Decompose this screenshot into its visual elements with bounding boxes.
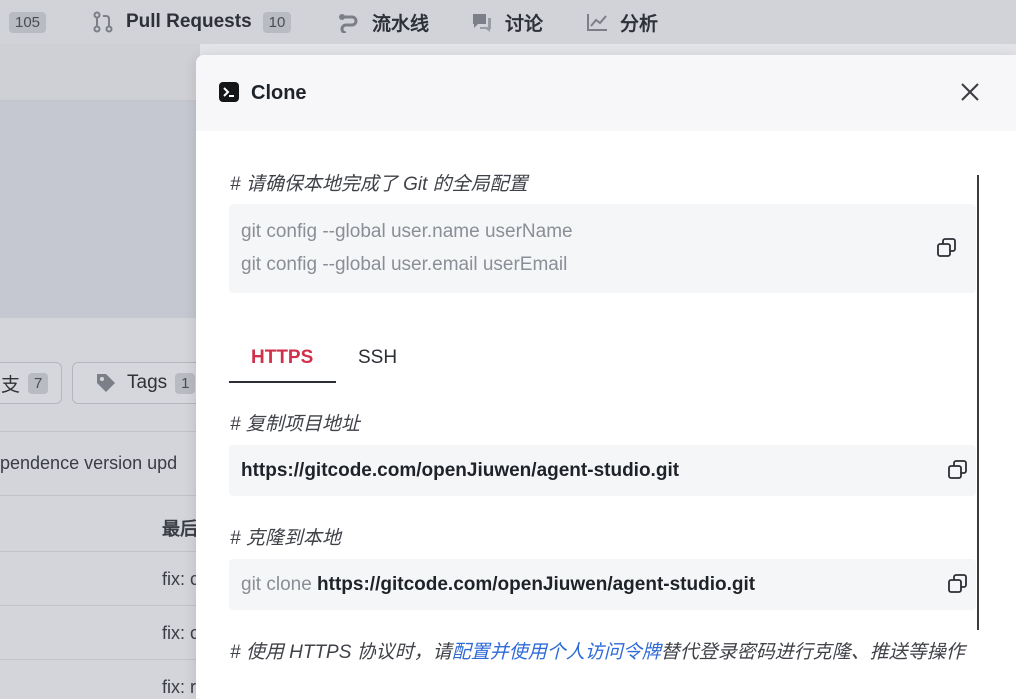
branches-label: 支 [1, 374, 21, 396]
table-row[interactable]: fix: c [162, 569, 199, 590]
copy-url-comment: # 复制项目地址 [230, 414, 360, 435]
tags-count-badge: 1 [175, 372, 196, 394]
repo-url-box: https://gitcode.com/openJiuwen/agent-stu… [229, 445, 976, 496]
pipeline-icon [338, 11, 360, 33]
nav-item-discussion[interactable]: 讨论 [471, 0, 543, 44]
divider [0, 605, 200, 606]
note-suffix: 替代登录密码进行克隆、推送等操作 [660, 642, 965, 663]
count-badge: 105 [9, 11, 47, 33]
top-navigation: 105 Pull Requests 10 流水线 讨论 分析 [0, 0, 1016, 44]
config-comment: # 请确保本地完成了 Git 的全局配置 [230, 174, 528, 195]
divider [0, 431, 200, 432]
analytics-icon [586, 11, 608, 33]
clone-prefix: git clone [241, 574, 318, 595]
repo-header-band [0, 44, 200, 101]
active-tab-indicator [229, 381, 336, 383]
nav-label-discussion: 讨论 [505, 13, 544, 35]
copy-clone-icon[interactable] [947, 573, 969, 595]
close-icon [961, 83, 979, 101]
note-prefix: # 使用 HTTPS 协议时，请 [230, 642, 452, 663]
column-header-last: 最后 [162, 519, 198, 539]
copy-config-icon[interactable] [936, 237, 958, 259]
discussion-icon [471, 11, 493, 33]
dialog-title: Clone [251, 82, 307, 104]
config-code-box: git config --global user.name userName g… [229, 204, 976, 293]
divider [0, 495, 200, 496]
nav-item-count[interactable]: 105 [9, 0, 47, 44]
clone-command[interactable]: git clone https://gitcode.com/openJiuwen… [241, 574, 755, 596]
repo-url[interactable]: https://gitcode.com/openJiuwen/agent-stu… [241, 460, 679, 482]
table-row[interactable]: fix: c [162, 623, 199, 644]
tag-icon [95, 372, 117, 394]
clone-dialog: Clone # 请确保本地完成了 Git 的全局配置 git config --… [196, 55, 1016, 699]
branches-count-badge: 7 [28, 372, 49, 394]
pull-request-icon [92, 11, 114, 33]
clone-command-box: git clone https://gitcode.com/openJiuwen… [229, 559, 976, 610]
https-token-note: # 使用 HTTPS 协议时，请配置并使用个人访问令牌替代登录密码进行克隆、推送… [230, 637, 965, 664]
terminal-icon [219, 82, 239, 102]
close-button[interactable] [958, 80, 982, 104]
clone-comment: # 克隆到本地 [230, 528, 341, 549]
nav-label-pipeline: 流水线 [372, 13, 430, 35]
branches-pill[interactable]: 支 7 [0, 362, 62, 404]
nav-item-pull-requests[interactable]: Pull Requests 10 [92, 0, 292, 44]
nav-item-analytics[interactable]: 分析 [586, 0, 658, 44]
divider [0, 551, 200, 552]
nav-label-analytics: 分析 [620, 13, 659, 35]
clone-url: https://gitcode.com/openJiuwen/agent-stu… [317, 574, 756, 595]
repo-info-panel [0, 101, 200, 319]
commit-message[interactable]: pendence version upd [0, 453, 177, 474]
access-token-link[interactable]: 配置并使用个人访问令牌 [452, 642, 661, 663]
nav-item-pipeline[interactable]: 流水线 [338, 0, 429, 44]
tags-label: Tags [127, 372, 168, 393]
scrollbar[interactable] [977, 175, 979, 630]
table-row[interactable]: fix: r [162, 677, 196, 698]
dialog-header: Clone [196, 55, 1016, 131]
divider [0, 659, 200, 660]
config-line-name: git config --global user.name userName [241, 221, 573, 242]
nav-label-pull-requests: Pull Requests [126, 11, 252, 32]
tab-https[interactable]: HTTPS [251, 347, 313, 369]
tab-ssh[interactable]: SSH [358, 347, 397, 369]
pull-requests-badge: 10 [262, 11, 292, 33]
copy-url-icon[interactable] [947, 459, 969, 481]
config-line-email: git config --global user.email userEmail [241, 254, 568, 275]
